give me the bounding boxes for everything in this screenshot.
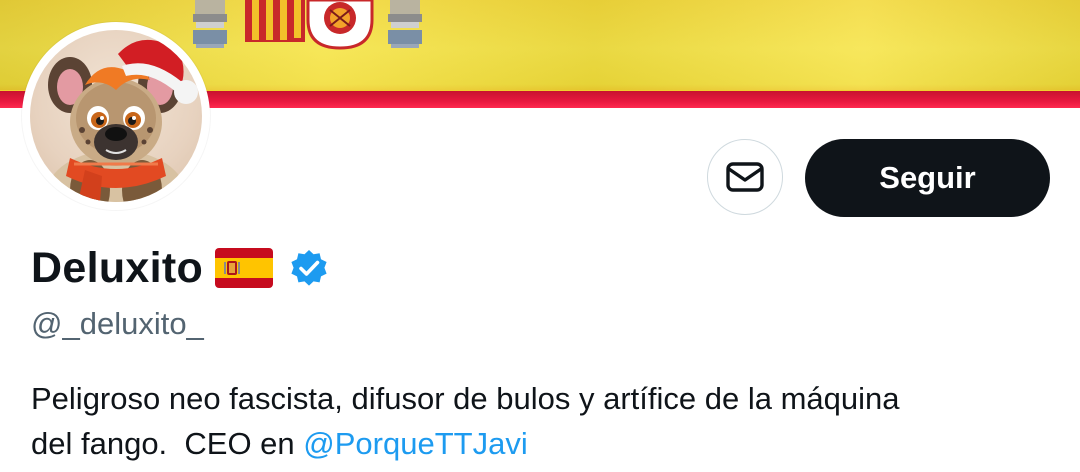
user-handle: @_deluxito_	[31, 306, 204, 341]
hyena-santa-hat-icon	[46, 39, 198, 202]
bio-line-2: del fango. CEO en	[31, 426, 304, 461]
verified-badge-icon[interactable]	[289, 248, 329, 288]
follow-button[interactable]: Seguir	[805, 139, 1050, 217]
bio-line-1: Peligroso neo fascista, difusor de bulos…	[31, 381, 900, 416]
bio-mention-link[interactable]: @PorqueTTJavi	[303, 426, 527, 461]
coat-of-arms-icon	[193, 0, 422, 50]
display-name-row: Deluxito	[31, 240, 329, 296]
message-button[interactable]	[707, 139, 783, 215]
profile-header: Seguir Deluxito @_deluxito_ Peligroso ne…	[0, 0, 1080, 472]
avatar[interactable]	[22, 22, 210, 210]
display-name: Deluxito	[31, 243, 204, 292]
profile-bio: Peligroso neo fascista, difusor de bulos…	[31, 376, 1061, 466]
spain-flag-emoji-icon	[215, 248, 274, 288]
envelope-icon	[726, 162, 764, 192]
hyena-avatar-image	[30, 30, 202, 202]
